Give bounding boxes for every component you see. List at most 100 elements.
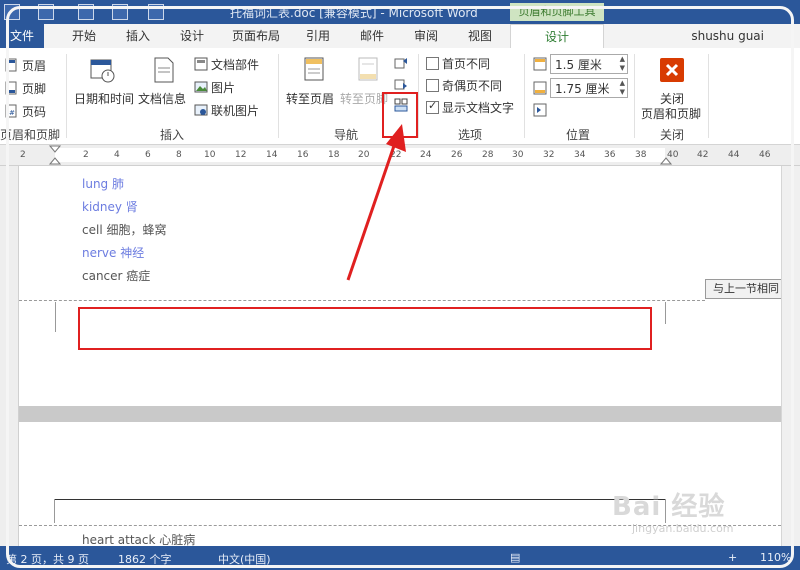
baidu-watermark: Bai 经验 (612, 492, 726, 522)
footer-icon (5, 81, 17, 95)
insert-alignment-tab-icon[interactable] (533, 103, 547, 117)
next-section-icon[interactable] (394, 77, 408, 91)
odd-even-different-checkbox[interactable] (426, 79, 439, 92)
vertical-scrollbar[interactable] (781, 166, 800, 546)
tab-view[interactable]: 视图 (458, 24, 502, 48)
ruler-tick-label: 32 (543, 150, 555, 160)
date-time-icon (90, 59, 115, 83)
tab-header-footer-design[interactable]: 设计 (510, 24, 604, 50)
title-bar: 托福词汇表.doc [兼容模式] - Microsoft Word 页眉和页脚工… (0, 0, 800, 24)
spin-down-icon[interactable]: ▼ (620, 64, 625, 72)
show-document-text-checkbox[interactable] (426, 99, 439, 114)
tab-references[interactable]: 引用 (296, 24, 340, 48)
previous-section-icon[interactable] (394, 56, 408, 70)
footer-boundary-line (19, 300, 705, 301)
undo-icon[interactable] (78, 4, 94, 20)
baidu-watermark-url: jingyan.baidu.com (632, 522, 734, 535)
tab-page-layout[interactable]: 页面布局 (224, 24, 288, 48)
tab-file[interactable]: 文件 (0, 24, 44, 48)
word-count[interactable]: 1862 个字 (118, 551, 172, 567)
group-separator (278, 54, 279, 138)
page-number-icon: # (5, 104, 17, 118)
ruler-tick-label: 2 (20, 150, 26, 160)
zoom-level[interactable]: 110% (760, 551, 791, 564)
word-entry[interactable]: lung 肺 (82, 175, 124, 192)
group-separator (524, 54, 525, 138)
tab-design[interactable]: 设计 (170, 24, 214, 48)
word-entry[interactable]: cancer 癌症 (82, 267, 150, 284)
ruler-tick-label: 4 (114, 150, 120, 160)
word-entry[interactable]: kidney 肾 (82, 198, 138, 215)
ruler-tick-label: 8 (176, 150, 182, 160)
word-entry[interactable]: nerve 神经 (82, 244, 144, 261)
group-label-insert: 插入 (160, 128, 185, 142)
ruler-tick-label: 44 (728, 150, 740, 160)
open-icon[interactable] (148, 4, 164, 20)
ruler-tick-label: 40 (667, 150, 679, 160)
tab-review[interactable]: 审阅 (404, 24, 448, 48)
spin-up-icon[interactable]: ▲ (620, 55, 625, 63)
first-line-indent-marker[interactable] (49, 145, 61, 165)
go-to-header-icon (304, 57, 324, 81)
group-label-header-footer: 页眉和页脚 (0, 128, 61, 142)
header-position-spinner[interactable]: 1.5 厘米 ▲ ▼ (550, 54, 628, 74)
page-number-button[interactable]: 页码 (22, 103, 46, 120)
picture-icon (194, 81, 208, 93)
ruler-tick-label: 42 (697, 150, 709, 160)
tab-insert[interactable]: 插入 (116, 24, 160, 48)
spin-up-icon[interactable]: ▲ (620, 79, 625, 87)
spin-down-icon[interactable]: ▼ (620, 88, 625, 96)
word-app-icon[interactable] (4, 4, 20, 20)
footer-position-spinner[interactable]: 1.75 厘米 ▲ ▼ (550, 78, 628, 98)
zoom-in-icon[interactable]: + (728, 551, 737, 564)
user-account[interactable]: shushu guai (691, 24, 764, 48)
first-page-different-label: 首页不同 (442, 57, 491, 71)
footer-button[interactable]: 页脚 (22, 80, 46, 97)
status-bar: 第 2 页，共 9 页 1862 个字 中文(中国) ▤ + 110% (0, 546, 800, 570)
document-parts-icon (194, 57, 208, 71)
new-document-icon[interactable] (112, 4, 128, 20)
word-entry[interactable]: heart attack 心脏病 (82, 531, 195, 546)
picture-button[interactable]: 图片 (211, 79, 235, 96)
save-icon[interactable] (38, 4, 54, 20)
date-time-button[interactable]: 日期和时间 (74, 90, 134, 107)
footer-position-value: 1.75 厘米 (555, 82, 610, 96)
document-info-button[interactable]: 文档信息 (138, 90, 186, 107)
ruler-tick-label: 24 (420, 150, 432, 160)
svg-text:#: # (9, 109, 15, 117)
ruler-tick-label: 10 (204, 150, 216, 160)
ruler-tick-label: 38 (635, 150, 647, 160)
language-indicator[interactable]: 中文(中国) (218, 551, 271, 567)
header-bottom-border (54, 499, 666, 500)
ruler-tick-label: 14 (266, 150, 278, 160)
first-page-different-checkbox[interactable] (426, 57, 439, 70)
margin-corner-mark (54, 499, 55, 523)
close-header-footer-line2[interactable]: 页眉和页脚 (641, 105, 701, 122)
online-picture-button[interactable]: 联机图片 (211, 102, 259, 119)
page-count[interactable]: 第 2 页，共 9 页 (6, 551, 89, 567)
margin-corner-mark (665, 302, 666, 324)
header-position-value: 1.5 厘米 (555, 58, 602, 72)
vertical-ruler[interactable] (0, 166, 19, 546)
go-to-header-button[interactable]: 转至页眉 (286, 90, 334, 107)
ruler-tick-label: 46 (759, 150, 771, 160)
header-button[interactable]: 页眉 (22, 57, 46, 74)
ruler-tick-label: 34 (574, 150, 586, 160)
group-label-position: 位置 (566, 128, 591, 142)
same-as-previous-tag: 与上一节相同 (705, 279, 781, 299)
document-parts-button[interactable]: 文档部件 (211, 56, 259, 73)
ruler-tick-label: 18 (328, 150, 340, 160)
ruler-tick-label: 30 (512, 150, 524, 160)
go-to-footer-button[interactable]: 转至页脚 (340, 90, 388, 107)
page-break-gap (19, 406, 781, 422)
group-separator (634, 54, 635, 138)
word-entry[interactable]: cell 细胞，蜂窝 (82, 221, 166, 238)
group-label-options: 选项 (458, 128, 483, 142)
tab-home[interactable]: 开始 (62, 24, 106, 48)
ruler-tick-label: 6 (145, 150, 151, 160)
tab-mailings[interactable]: 邮件 (350, 24, 394, 48)
read-mode-icon[interactable]: ▤ (510, 551, 520, 564)
odd-even-different-label: 奇偶页不同 (442, 79, 503, 93)
context-tab-title: 页眉和页脚工具 (510, 3, 604, 21)
online-picture-icon (194, 104, 208, 116)
